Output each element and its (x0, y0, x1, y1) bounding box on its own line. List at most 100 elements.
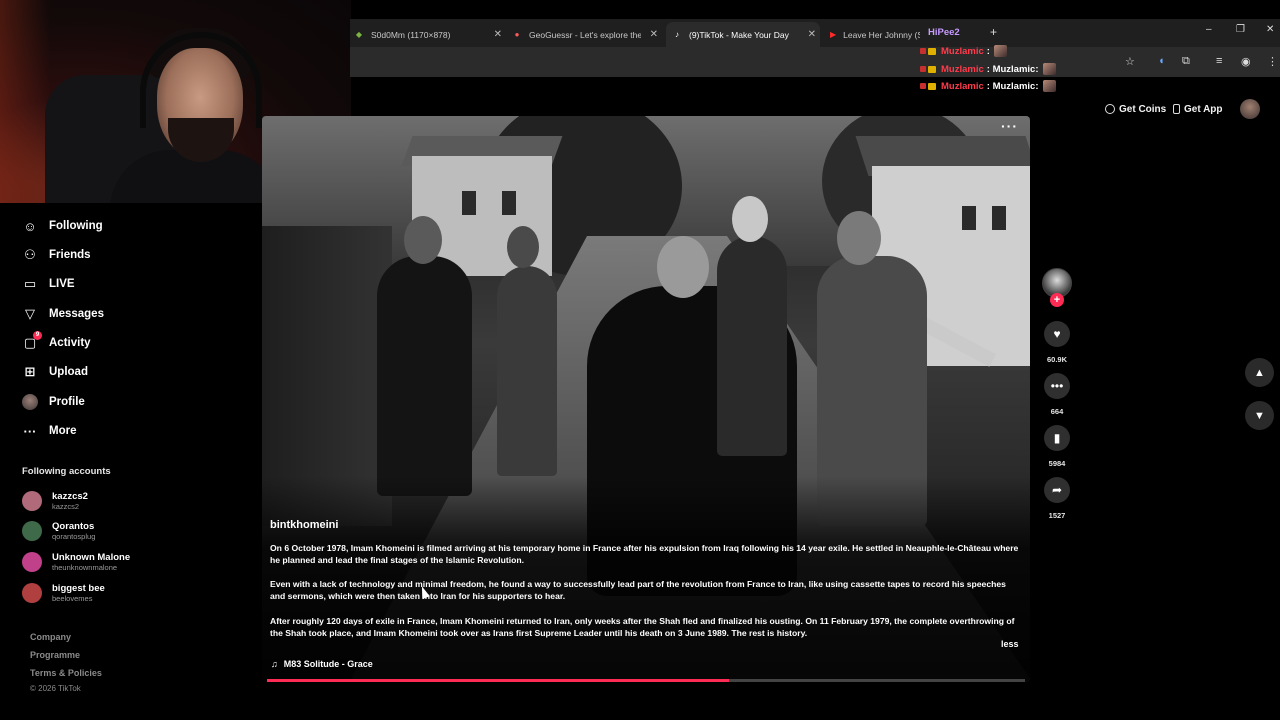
share-arrow-icon: ➦ (1051, 483, 1063, 497)
chat-user: Muzlamic (941, 80, 984, 92)
account-handle: beelovemes (52, 594, 93, 603)
chat-user: Muzlamic (941, 45, 984, 57)
sidebar-item-live[interactable]: ▭ LIVE (22, 275, 75, 293)
caption-paragraph: Even with a lack of technology and minim… (270, 579, 1006, 602)
sidebar-item-messages[interactable]: ▽ Messages (22, 305, 104, 323)
coin-icon (1105, 104, 1115, 114)
profile-icon[interactable]: ◉ (1241, 55, 1251, 68)
messages-icon: ▽ (25, 306, 35, 321)
chat-user: Muzlamic (941, 63, 984, 75)
next-video-button[interactable]: ▼ (1245, 401, 1274, 430)
emote-icon (1042, 80, 1056, 92)
phone-icon (1173, 104, 1180, 114)
tab-youtube[interactable]: ▶ Leave Her Johnny (S (830, 22, 920, 47)
like-button[interactable]: ♥ (1044, 321, 1070, 347)
more-options-icon[interactable]: ··· (1001, 118, 1018, 134)
sidebar-item-label: Profile (49, 396, 85, 408)
like-count: 60.9K (1046, 355, 1067, 364)
close-icon[interactable]: ✕ (650, 29, 658, 40)
video-figure-head (404, 216, 442, 264)
get-coins-button[interactable]: Get Coins (1105, 101, 1166, 117)
following-icon: ☺ (23, 218, 37, 234)
browser-tabstrip: ◆ S0d0Mm (1170×878) ✕ ● GeoGuessr - Let'… (350, 19, 1280, 47)
chevron-up-icon: ▲ (1254, 366, 1265, 379)
account-item[interactable]: Qorantos qorantosplug (22, 518, 95, 544)
video-scene-window (502, 191, 516, 215)
close-window-button[interactable]: ✕ (1266, 24, 1274, 35)
bookmark-star-icon[interactable]: ☆ (1125, 55, 1135, 68)
sidebar-item-label: Following (49, 220, 103, 232)
chat-line: Muzlamic : Muzlamic: (920, 62, 1056, 76)
video-figure-head (732, 196, 768, 242)
sidebar-item-upload[interactable]: ⊞ Upload (22, 363, 88, 381)
close-icon[interactable]: ✕ (494, 29, 502, 40)
footer-company-link[interactable]: Company (30, 632, 71, 642)
badge-icon (920, 83, 926, 89)
video-progress-fill (267, 679, 730, 682)
footer-programme-link[interactable]: Programme (30, 650, 80, 660)
crown-icon (928, 47, 936, 55)
account-item[interactable]: Unknown Malone theunknownmalone (22, 549, 130, 575)
new-tab-button[interactable]: + (990, 25, 997, 39)
video-author[interactable]: bintkhomeini (270, 519, 338, 531)
previous-video-button[interactable]: ▲ (1245, 358, 1274, 387)
tab-title: Leave Her Johnny (S (843, 29, 920, 40)
music-title: M83 Solitude - Grace (283, 659, 373, 669)
get-app-button[interactable]: Get App (1173, 101, 1223, 117)
badge-icon (920, 48, 926, 54)
less-button[interactable]: less (1001, 639, 1019, 649)
sidebar-item-profile[interactable]: Profile (22, 393, 85, 411)
caption-paragraph: After roughly 120 days of exile in Franc… (270, 616, 1015, 639)
minimize-button[interactable]: – (1206, 24, 1212, 35)
audio-icon[interactable]: ◖ (1158, 55, 1165, 67)
user-avatar[interactable] (1240, 99, 1260, 119)
chat-message: : Muzlamic: (986, 80, 1039, 92)
close-icon[interactable]: ✕ (808, 29, 816, 40)
sidebar-item-friends[interactable]: ⚇ Friends (22, 246, 90, 264)
chevron-down-icon: ▼ (1254, 409, 1265, 422)
more-icon: ··· (23, 423, 37, 439)
video-figure (717, 236, 787, 456)
tab-geoguessr[interactable]: ● GeoGuessr - Let's explore the w ✕ (512, 22, 662, 47)
tab-image[interactable]: ◆ S0d0Mm (1170×878) ✕ (354, 22, 506, 47)
sidebar-item-label: Upload (49, 366, 88, 378)
video-figure-head (657, 236, 709, 298)
following-accounts-title: Following accounts (22, 466, 111, 477)
sidebar-item-more[interactable]: ··· More (22, 422, 77, 440)
chat-line: Muzlamic : (920, 44, 1007, 58)
webcam-glow (0, 0, 50, 203)
account-name: Qorantos (52, 521, 95, 532)
tab-title: S0d0Mm (1170×878) (371, 29, 451, 40)
video-figure-head (507, 226, 539, 268)
maximize-button[interactable]: ❐ (1236, 24, 1245, 35)
video-progress-bar[interactable] (267, 679, 1025, 682)
share-button[interactable]: ➦ (1044, 477, 1070, 503)
comment-button[interactable]: ••• (1044, 373, 1070, 399)
heart-icon: ♥ (1053, 327, 1061, 341)
menu-icon[interactable]: ⋮ (1267, 55, 1278, 68)
sidebar-item-following[interactable]: ☺ Following (22, 217, 103, 235)
video-figure (377, 256, 472, 496)
chat-line: Muzlamic : Muzlamic: (920, 79, 1056, 93)
account-item[interactable]: kazzcs2 kazzcs2 (22, 488, 88, 514)
account-handle: qorantosplug (52, 532, 96, 541)
share-count: 1527 (1048, 511, 1066, 520)
sidebar-item-label: More (49, 425, 77, 437)
live-icon: ▭ (23, 276, 37, 291)
crown-icon (928, 82, 936, 90)
media-controls-icon[interactable]: ≡ (1216, 55, 1222, 67)
sidebar-item-activity[interactable]: ▢ 9 Activity (22, 331, 91, 352)
notification-badge: 9 (33, 331, 42, 340)
emote-icon (993, 45, 1007, 57)
avatar (22, 394, 38, 410)
tab-tiktok[interactable]: ♪ (9)TikTok - Make Your Day ✕ (666, 22, 820, 47)
account-item[interactable]: biggest bee beelovemes (22, 580, 105, 606)
get-coins-label: Get Coins (1119, 103, 1167, 115)
extensions-icon[interactable]: ⧉ (1182, 55, 1190, 68)
music-link[interactable]: ♫ M83 Solitude - Grace (271, 659, 373, 669)
footer-terms-link[interactable]: Terms & Policies (30, 668, 102, 678)
music-note-icon: ♫ (271, 659, 278, 669)
follow-button[interactable]: + (1050, 293, 1064, 307)
tab-title: (9)TikTok - Make Your Day (689, 29, 789, 40)
save-button[interactable]: ▮ (1044, 425, 1070, 451)
